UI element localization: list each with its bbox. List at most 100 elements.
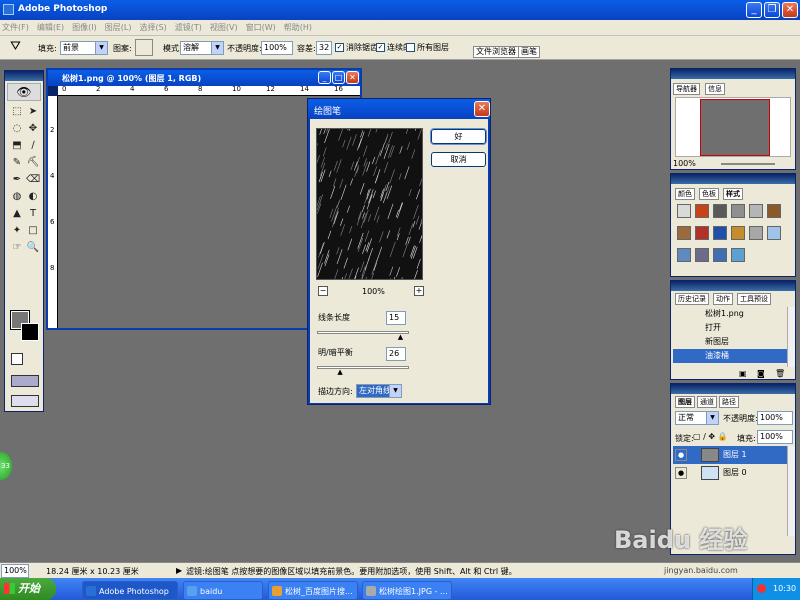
menu-item[interactable]: 图层(L) xyxy=(105,22,132,33)
tool-icon[interactable]: ▲ xyxy=(10,207,24,221)
style-swatch[interactable] xyxy=(677,226,691,240)
menu-item[interactable]: 编辑(E) xyxy=(37,22,64,33)
tab-swatches[interactable]: 色板 xyxy=(699,188,719,200)
menu-item[interactable]: 窗口(W) xyxy=(246,22,276,33)
background-color[interactable] xyxy=(21,323,39,341)
style-swatch[interactable] xyxy=(767,226,781,240)
tab-navigator[interactable]: 导航器 xyxy=(673,83,700,95)
zoom-out-button[interactable]: − xyxy=(318,286,328,296)
menu-item[interactable]: 帮助(H) xyxy=(284,22,312,33)
tab-history[interactable]: 历史记录 xyxy=(675,293,709,305)
menu-item[interactable]: 视图(V) xyxy=(210,22,238,33)
visibility-eye-icon[interactable]: ● xyxy=(675,467,687,479)
tool-icon[interactable]: ⛏ xyxy=(26,156,40,170)
dialog-close-button[interactable]: ✕ xyxy=(474,101,490,117)
menu-item[interactable]: 文件(F) xyxy=(2,22,29,33)
style-swatch[interactable] xyxy=(767,204,781,218)
visibility-eye-icon[interactable]: ● xyxy=(675,449,687,461)
tab-color[interactable]: 颜色 xyxy=(675,188,695,200)
menu-item[interactable]: 选择(S) xyxy=(139,22,166,33)
stroke-length-slider[interactable] xyxy=(317,331,409,334)
tab-layers[interactable]: 图层 xyxy=(675,396,695,408)
style-swatch[interactable] xyxy=(677,248,691,262)
style-swatch[interactable] xyxy=(749,226,763,240)
floating-badge[interactable]: 33 xyxy=(0,452,12,480)
navigator-slider[interactable] xyxy=(721,163,775,165)
style-swatch[interactable] xyxy=(713,204,727,218)
quick-mask-icon[interactable] xyxy=(11,353,23,365)
doc-maximize-button[interactable]: □ xyxy=(332,71,345,84)
history-delete-icon[interactable]: 🗑 xyxy=(775,369,785,378)
status-zoom-field[interactable]: 100% xyxy=(1,564,29,578)
minimize-button[interactable]: _ xyxy=(746,2,762,18)
tool-icon[interactable]: ➤ xyxy=(26,105,40,119)
start-button[interactable]: 开始 xyxy=(0,578,56,600)
jump-to-imageready-icon[interactable] xyxy=(11,395,39,407)
tool-icon[interactable]: ⬒ xyxy=(10,139,24,153)
balance-slider[interactable] xyxy=(317,366,409,369)
tool-icon[interactable]: ☞ xyxy=(10,241,24,255)
style-swatch[interactable] xyxy=(731,226,745,240)
history-snapshot-icon[interactable]: ◙ xyxy=(757,369,765,378)
tool-icon[interactable]: ∕ xyxy=(26,139,40,153)
filter-preview[interactable] xyxy=(316,128,423,280)
doc-close-button[interactable]: ✕ xyxy=(346,71,359,84)
tool-icon[interactable]: ⬚ xyxy=(10,105,24,119)
navigator-zoom[interactable]: 100% xyxy=(673,159,696,168)
layer-row[interactable]: ● 图层 1 xyxy=(673,446,787,464)
taskbar-item[interactable]: baidu xyxy=(183,581,263,600)
tool-icon[interactable]: ◐ xyxy=(26,190,40,204)
tool-icon[interactable]: ✦ xyxy=(10,224,24,238)
close-button[interactable]: ✕ xyxy=(782,2,798,18)
blend-mode-select[interactable]: 正常 ▼ xyxy=(675,411,719,425)
tool-icon[interactable]: ⌫ xyxy=(26,173,40,187)
pattern-swatch[interactable] xyxy=(135,39,153,56)
doc-minimize-button[interactable]: _ xyxy=(318,71,331,84)
status-arrow-icon[interactable]: ▶ xyxy=(176,566,182,575)
balance-thumb[interactable]: ▲ xyxy=(337,368,342,376)
layers-scrollbar[interactable] xyxy=(787,446,795,536)
history-scrollbar[interactable] xyxy=(787,307,795,367)
history-item[interactable]: 松树1.png xyxy=(673,307,787,321)
tab-channels[interactable]: 通道 xyxy=(697,396,717,408)
paint-bucket-icon[interactable]: ⛛ xyxy=(10,39,21,54)
fill-select[interactable]: 前景 ▼ xyxy=(60,41,108,55)
style-swatch[interactable] xyxy=(695,204,709,218)
balance-field[interactable]: 26 xyxy=(386,347,406,361)
tray-icon[interactable] xyxy=(757,584,766,593)
tool-icon[interactable]: T xyxy=(26,207,40,221)
tool-icon[interactable]: 🔍 xyxy=(26,241,40,255)
opacity-field[interactable]: 100% xyxy=(261,41,293,55)
taskbar-item[interactable]: 松树_百度图片搜... xyxy=(268,581,358,600)
lock-icons[interactable]: ▢ ∕ ✥ 🔒 xyxy=(693,432,728,441)
style-swatch[interactable] xyxy=(731,248,745,262)
file-browser-tab[interactable]: 文件浏览器 xyxy=(473,46,519,58)
style-swatch[interactable] xyxy=(713,248,727,262)
tab-info[interactable]: 信息 xyxy=(705,83,725,95)
restore-button[interactable]: ❐ xyxy=(764,2,780,18)
brushes-tab[interactable]: 画笔 xyxy=(518,46,540,58)
layer-opacity-field[interactable]: 100% xyxy=(757,411,793,425)
taskbar-item[interactable]: 松树绘图1.JPG - ... xyxy=(362,581,452,600)
taskbar-item[interactable]: Adobe Photoshop xyxy=(82,581,178,600)
history-item[interactable]: 油漆桶 xyxy=(673,349,787,363)
history-item[interactable]: 打开 xyxy=(673,321,787,335)
style-swatch[interactable] xyxy=(677,204,691,218)
tool-icon[interactable]: ◍ xyxy=(10,190,24,204)
cancel-button[interactable]: 取消 xyxy=(431,152,486,167)
menu-item[interactable]: 滤镜(T) xyxy=(175,22,202,33)
style-swatch[interactable] xyxy=(731,204,745,218)
style-swatch[interactable] xyxy=(695,226,709,240)
tab-tool-presets[interactable]: 工具预设 xyxy=(737,293,771,305)
tab-paths[interactable]: 路径 xyxy=(719,396,739,408)
tolerance-field[interactable]: 32 xyxy=(316,41,332,55)
screen-mode-icon[interactable] xyxy=(11,375,39,387)
tab-styles[interactable]: 样式 xyxy=(723,188,743,200)
mode-select[interactable]: 溶解 ▼ xyxy=(180,41,224,55)
tool-icon[interactable]: ◌ xyxy=(10,122,24,136)
antialias-checkbox[interactable]: ✓ 消除锯齿 xyxy=(335,42,378,53)
navigator-view-box[interactable] xyxy=(700,99,770,156)
tool-icon[interactable]: ✎ xyxy=(10,156,24,170)
tool-icon[interactable]: ✥ xyxy=(26,122,40,136)
tool-icon[interactable]: □ xyxy=(26,224,40,238)
